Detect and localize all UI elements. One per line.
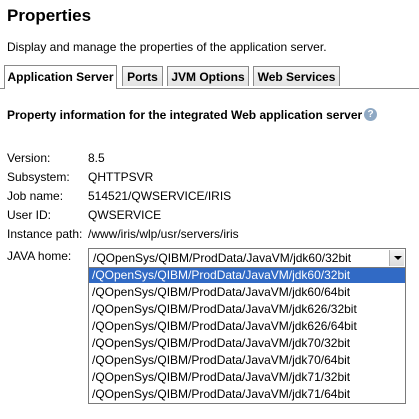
property-value: QHTTPSVR (88, 170, 154, 184)
java-home-label: JAVA home: (7, 249, 72, 263)
property-label: Version: (7, 151, 51, 165)
chevron-down-icon[interactable] (389, 250, 404, 266)
help-icon[interactable]: ? (364, 108, 377, 121)
java-home-selected-value: /QOpenSys/QIBM/ProdData/JavaVM/jdk60/32b… (93, 251, 352, 265)
property-label: Subsystem: (7, 170, 70, 184)
tab-application-server[interactable]: Application Server (4, 65, 117, 89)
property-value: /www/iris/wlp/usr/servers/iris (88, 227, 239, 241)
tab-web-services[interactable]: Web Services (253, 66, 340, 86)
java-home-select[interactable]: /QOpenSys/QIBM/ProdData/JavaVM/jdk60/32b… (88, 248, 406, 268)
property-label: Job name: (7, 189, 64, 203)
java-home-option[interactable]: /QOpenSys/QIBM/ProdData/JavaVM/jdk70/32b… (89, 336, 405, 351)
property-value: 8.5 (88, 151, 105, 165)
java-home-option[interactable]: /QOpenSys/QIBM/ProdData/JavaVM/jdk60/64b… (89, 285, 405, 300)
page-description: Display and manage the properties of the… (7, 40, 327, 54)
java-home-option[interactable]: /QOpenSys/QIBM/ProdData/JavaVM/jdk71/32b… (89, 370, 405, 385)
property-label: Instance path: (7, 227, 83, 241)
property-label: User ID: (7, 208, 52, 222)
java-home-option[interactable]: /QOpenSys/QIBM/ProdData/JavaVM/jdk71/64b… (89, 387, 405, 402)
java-home-option[interactable]: /QOpenSys/QIBM/ProdData/JavaVM/jdk626/64… (89, 319, 405, 334)
tab-ports[interactable]: Ports (122, 66, 163, 86)
page-title: Properties (7, 6, 92, 25)
tab-jvm-options[interactable]: JVM Options (167, 66, 249, 86)
java-home-option[interactable]: /QOpenSys/QIBM/ProdData/JavaVM/jdk70/64b… (89, 353, 405, 368)
active-tab-gap (5, 88, 116, 89)
java-home-dropdown-list: /QOpenSys/QIBM/ProdData/JavaVM/jdk60/32b… (88, 267, 406, 404)
property-value: QWSERVICE (88, 208, 162, 222)
java-home-option[interactable]: /QOpenSys/QIBM/ProdData/JavaVM/jdk60/32b… (89, 268, 405, 283)
panel-heading: Property information for the integrated … (7, 108, 363, 122)
java-home-option[interactable]: /QOpenSys/QIBM/ProdData/JavaVM/jdk626/32… (89, 302, 405, 317)
property-value: 514521/QWSERVICE/IRIS (88, 189, 232, 203)
